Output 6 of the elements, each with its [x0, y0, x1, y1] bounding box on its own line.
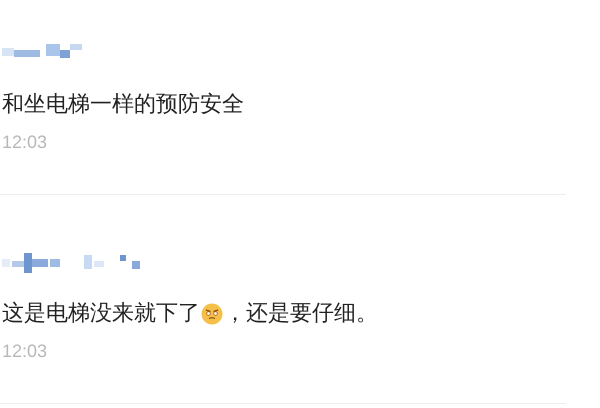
comment-text: 和坐电梯一样的预防安全 [2, 91, 244, 119]
comment-time: 12:03 [2, 132, 48, 153]
comment-text: 这是电梯没来就下了 [2, 300, 200, 328]
comment-time: 12:03 [2, 341, 48, 362]
emoji-face-icon [201, 303, 223, 325]
comment-text: ，还是要仔细。 [224, 300, 378, 328]
